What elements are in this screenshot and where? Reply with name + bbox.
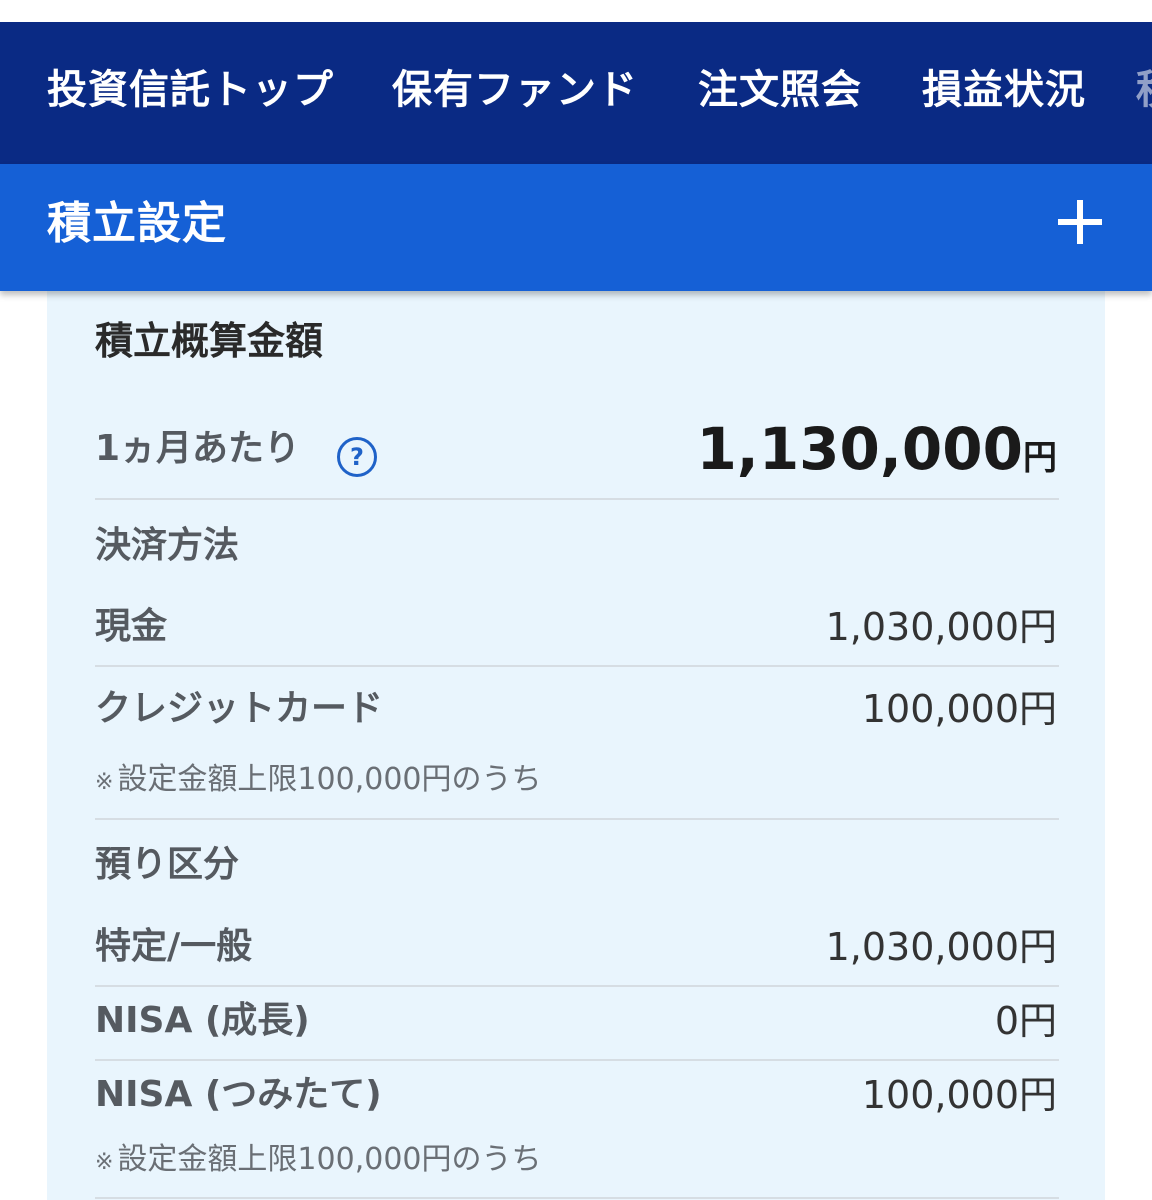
divider [95,665,1059,667]
monthly-amount-value: 1,130,000 [696,415,1023,483]
divider [95,498,1059,500]
tab-fund-top[interactable]: 投資信託トップ [47,66,334,114]
cash-value: 1,030,000円 [825,605,1057,649]
monthly-label: 1ヵ月あたり [95,428,301,469]
status-strip [0,0,1152,22]
payment-method-heading: 決済方法 [95,525,240,566]
tab-profit-loss[interactable]: 損益状況 [922,66,1086,114]
nisa-growth-label: NISA (成長) [95,1000,310,1041]
plus-icon[interactable] [1050,192,1110,252]
note-mark: ※ [95,770,114,795]
summary-heading: 積立概算金額 [95,319,324,363]
divider [95,1059,1059,1061]
monthly-amount: 1,130,000円 [696,415,1057,498]
account-type-heading: 預り区分 [95,844,240,885]
note-text: 設定金額上限100,000円のうち [117,762,542,797]
divider [95,985,1059,987]
nisa-tsumitate-note: ※ 設定金額上限100,000円のうち [95,1141,542,1182]
fund-nav-tabs: 投資信託トップ 保有ファンド 注文照会 損益状況 積 [0,22,1152,164]
accumulation-summary-panel: 積立概算金額 1ヵ月あたり ? 1,130,000円 決済方法 現金 1,030… [47,291,1105,1200]
tokutei-label: 特定/一般 [95,926,253,967]
divider [95,818,1059,820]
note-mark: ※ [95,1150,114,1175]
help-icon[interactable]: ? [337,437,377,477]
tab-holdings[interactable]: 保有ファンド [392,66,638,114]
monthly-amount-unit: 円 [1023,438,1057,478]
nisa-tsumitate-value: 100,000円 [861,1073,1057,1117]
tab-order-inquiry[interactable]: 注文照会 [698,66,862,114]
nisa-tsumitate-label: NISA (つみたて) [95,1074,382,1115]
credit-card-value: 100,000円 [861,687,1057,731]
cash-label: 現金 [95,606,168,647]
nisa-growth-value: 0円 [994,999,1057,1043]
tokutei-value: 1,030,000円 [825,925,1057,969]
divider [95,1197,1059,1199]
credit-card-note: ※ 設定金額上限100,000円のうち [95,761,542,802]
credit-card-label: クレジットカード [95,688,384,729]
note-text: 設定金額上限100,000円のうち [117,1142,542,1177]
section-title: 積立設定 [47,198,227,249]
tab-next-partial[interactable]: 積 [1136,66,1152,114]
accumulation-settings-header[interactable]: 積立設定 [0,164,1152,291]
